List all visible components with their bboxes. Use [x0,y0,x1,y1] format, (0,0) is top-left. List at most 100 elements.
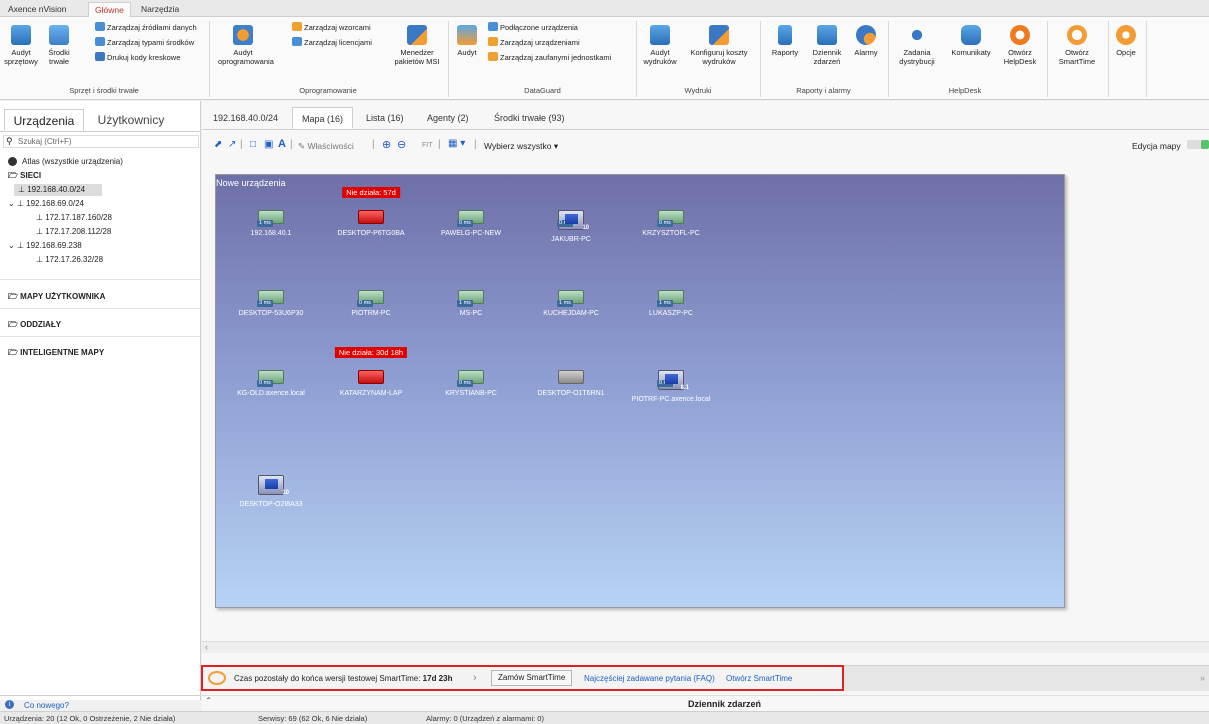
tree-inteligentne-mapy[interactable]: 🗁 INTELIGENTNE MAPY [8,347,104,361]
zadania-dystrybucji-button[interactable]: Zadania dystrybucji [894,23,940,66]
tree-net-192-168-69[interactable]: ⌄ ⊥ 192.168.69.0/24 [8,199,84,208]
zarzadzaj-typami-button[interactable]: Zarządzaj typami środków [95,37,194,49]
tab-srodki-trwale[interactable]: Środki trwałe (93) [485,107,574,129]
device-node[interactable]: 0 ms KG-OLD.axence.local [221,370,321,397]
alarmy-button[interactable]: Alarmy [851,23,881,57]
printer-cost-icon [709,25,729,45]
device-icon: 0 ms [657,210,684,227]
tree-net-172-17-26[interactable]: ⊥ 172.17.26.32/28 [36,255,103,264]
line-tool-icon[interactable]: ↗ [228,139,236,150]
zarzadzaj-zrodlami-button[interactable]: Zarządzaj źródłami danych [95,22,197,34]
device-node[interactable]: 1 ms MS-PC [421,290,521,317]
faq-link[interactable]: Najczęściej zadawane pytania (FAQ) [584,674,715,683]
raporty-button[interactable]: Raporty [770,23,800,57]
chevron-down-icon[interactable]: ⌄ [8,199,15,208]
event-log-header[interactable]: ˆ Dziennik zdarzeń [202,695,1209,711]
network-icon: ⊥ [16,199,27,208]
otworz-smarttime-button[interactable]: Otwórz SmartTime [1052,23,1102,66]
zoom-out-icon[interactable]: ⊖ [397,138,406,151]
image-tool-icon[interactable]: ▣ [264,139,273,150]
tree-net-192-168-69-238[interactable]: ⌄ ⊥ 192.168.69.238 [8,241,82,250]
otworz-smarttime-link[interactable]: Otwórz SmartTime [726,674,792,683]
software-audit-icon [233,25,253,45]
grid-layout-icon[interactable]: ▦ ▾ [448,138,465,149]
device-node[interactable]: 0 ms KRZYSZTOFL-PC [621,210,721,237]
horizontal-scrollbar[interactable]: ‹ [202,641,1209,653]
tab-lista[interactable]: Lista (16) [357,107,413,129]
device-node[interactable]: 0 ms PAWELG-PC-NEW [421,210,521,237]
tab-narzedzia[interactable]: Narzędzia [135,2,185,17]
map-canvas[interactable]: Nowe urządzenia 1 ms 192.168.40.1 Nie dzia… [215,174,1065,608]
whats-new-link[interactable]: Co nowego? [24,701,69,710]
device-node[interactable]: 0 ms 8.1 PIOTRF-PC.axence.local [621,370,721,403]
tree-net-172-17-187[interactable]: ⊥ 172.17.187.160/28 [36,213,112,222]
asset-types-icon [95,37,105,46]
otworz-helpdesk-button[interactable]: Otwórz HelpDesk [1000,23,1040,66]
zarzadzaj-zaufanymi-button[interactable]: Zarządzaj zaufanymi jednostkami [488,52,611,64]
komunikaty-button[interactable]: Komunikaty [946,23,996,57]
device-node[interactable]: DESKTOP-O1T6RN1 [521,370,621,397]
audyt-wydrukow-button[interactable]: Audyt wydruków [640,23,680,66]
device-node[interactable]: 1 ms LUKASZP-PC [621,290,721,317]
tab-agenty[interactable]: Agenty (2) [418,107,478,129]
separator-icon: | [474,139,477,150]
chevron-down-icon[interactable]: ⌄ [8,241,15,250]
dziennik-zdarzen-button[interactable]: Dziennik zdarzeń [808,23,846,66]
srodki-trwale-button[interactable]: Środki trwałe [44,23,74,66]
fit-button[interactable]: FIT [422,142,433,149]
dataguard-audyt-label: Audyt [457,48,477,57]
zamow-smarttime-button[interactable]: Zamów SmartTime [491,670,573,686]
pointer-tool-icon[interactable]: ⬈ [214,139,222,150]
device-icon: 3 ms [257,290,284,307]
audyt-oprogramowania-button[interactable]: Audyt oprogramowania [218,23,274,66]
device-node[interactable]: Nie działa: 30d 18h KATARZYNAM-LAP [321,347,421,397]
device-node[interactable]: 1 ms 192.168.40.1 [221,210,321,237]
opcje-button[interactable]: Opcje [1112,23,1140,57]
zarzadzaj-urzadzeniami-button[interactable]: Zarządzaj urządzeniami [488,37,580,49]
device-node[interactable]: Nie działa: 57d DESKTOP-P6TG0BA [321,187,421,237]
tree-label: 192.168.40.0/24 [27,185,86,194]
device-node[interactable]: 10 DESKTOP-O2I8A33 [221,475,321,508]
tree-sieci[interactable]: 🗁 SIECI [8,170,41,184]
report-icon [778,25,792,45]
zarzadzaj-wzorcami-button[interactable]: Zarządzaj wzorcami [292,22,371,34]
wlasciwosci-button[interactable]: ✎ Właściwości [298,141,354,152]
device-node[interactable]: 0 ms 10 JAKUBR-PC [521,210,621,243]
tab-network-name[interactable]: 192.168.40.0/24 [204,107,287,129]
tab-mapa[interactable]: Mapa (16) [292,107,354,129]
chevron-left-icon[interactable]: ‹ [205,642,208,652]
tab-urzadzenia[interactable]: Urządzenia [4,109,84,131]
device-node[interactable]: 0 ms PIOTRM-PC [321,290,421,317]
tab-glowne[interactable]: Główne [88,2,131,17]
device-node[interactable]: 0 ms KRYSTIANB-PC [421,370,521,397]
device-down-badge: Nie działa: 57d [342,187,400,198]
tab-uzytkownicy[interactable]: Użytkownicy [86,109,176,131]
tab-axence-nvision[interactable]: Axence nVision [2,2,72,17]
device-node[interactable]: 1 ms KUCHEJDAM-PC [521,290,621,317]
tree-net-192-168-40[interactable]: ⊥ 192.168.40.0/24 [18,185,85,194]
zoom-in-icon[interactable]: ⊕ [382,138,391,151]
drukuj-kody-button[interactable]: Drukuj kody kreskowe [95,52,180,64]
frame-tool-icon[interactable]: □ [250,139,256,150]
edycja-mapy-toggle[interactable] [1187,140,1209,149]
search-input[interactable]: Szukaj (Ctrl+F) [3,135,199,148]
audyt-sprzetowy-button[interactable]: Audyt sprzętowy [4,23,38,66]
dataguard-audyt-button[interactable]: Audyt [454,23,480,57]
menedzer-msi-button[interactable]: Menedżer pakietów MSI [391,23,443,66]
tree-net-172-17-208[interactable]: ⊥ 172.17.208.112/28 [36,227,111,236]
tree-atlas[interactable]: Atlas (wszystkie urządzenia) [22,157,123,166]
wybierz-wszystko-button[interactable]: Wybierz wszystko ▾ [484,141,558,152]
device-icon: 0 ms [257,370,284,387]
tree-mapy-uzytkownika[interactable]: 🗁 MAPY UŻYTKOWNIKA [8,291,105,305]
text-tool-icon[interactable]: A [278,138,286,150]
zarzadzaj-licencjami-button[interactable]: Zarządzaj licencjami [292,37,372,49]
tree-oddzialy[interactable]: 🗁 ODDZIAŁY [8,319,61,333]
group-label-dataguard: DataGuard [524,86,561,95]
asset-icon [49,25,69,45]
podlaczone-urzadzenia-button[interactable]: Podłączone urządzenia [488,22,578,34]
close-icon[interactable]: » [1200,673,1205,683]
ribbon-tab-bar: Axence nVision Główne Narzędzia [0,0,1209,17]
chevron-up-icon[interactable]: ˆ [207,697,210,708]
device-node[interactable]: 3 ms DESKTOP-53U6P30 [221,290,321,317]
konfiguruj-koszty-button[interactable]: Konfiguruj koszty wydruków [684,23,754,66]
